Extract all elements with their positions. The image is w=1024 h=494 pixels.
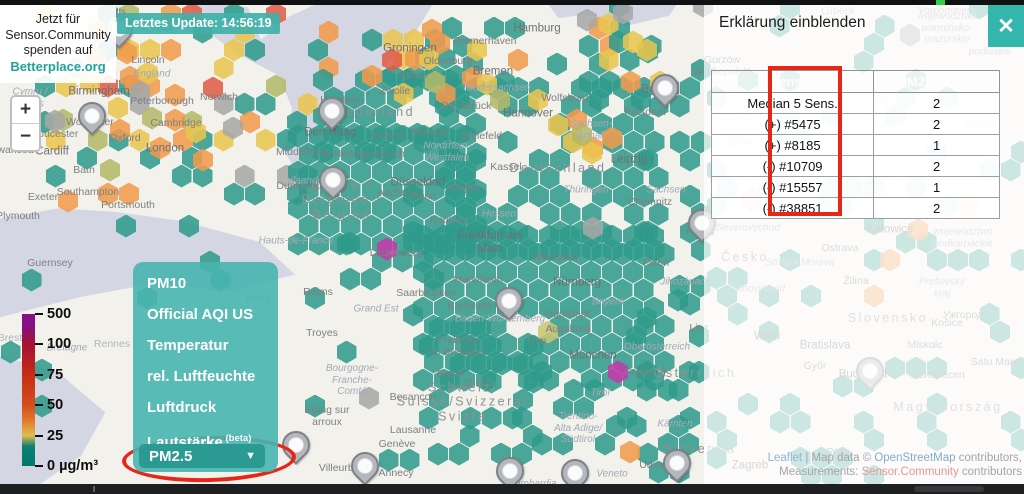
pin-hole [564, 462, 587, 485]
selected-layer-button[interactable]: PM2.5 ▼ [139, 444, 265, 468]
menu-item-official-aqi-us[interactable]: Official AQI US [133, 299, 278, 330]
top-system-bar [0, 0, 1024, 5]
attribution: Leaflet | Map data © OpenStreetMap contr… [768, 452, 1022, 480]
menu-item-pm10[interactable]: PM10 [133, 268, 278, 299]
betterplace-link[interactable]: Betterplace.org [10, 59, 105, 74]
attribution-contrib2: contributors [959, 466, 1022, 478]
pin-hole [498, 290, 521, 313]
table-row: Median 5 Sens.2 [712, 93, 1000, 114]
attribution-line1: Leaflet | Map data © OpenStreetMap contr… [768, 452, 1022, 466]
close-button[interactable]: ✕ [988, 5, 1024, 47]
taskbar-divider [93, 486, 95, 492]
pin-hole [322, 169, 345, 192]
chevron-down-icon: ▼ [245, 450, 265, 462]
attribution-mapdata: Map data © [812, 452, 875, 464]
pin-hole [654, 77, 677, 100]
legend-tick-dash [35, 374, 43, 376]
zoom-in-button[interactable]: + [12, 97, 39, 124]
map-pin-icon[interactable] [489, 281, 529, 321]
donation-line1: Jetzt für [2, 12, 114, 28]
legend-tick-label: 500 [47, 306, 71, 322]
table-cell: 2 [874, 114, 1000, 135]
last-update-badge: Letztes Update: 14:56:19 [117, 13, 280, 34]
map-pin-icon[interactable] [345, 446, 385, 486]
attribution-line2: Measurements: Sensor.Community contribut… [768, 466, 1022, 480]
table-row: (+) #81851 [712, 135, 1000, 156]
table-row: (-) #388512 [712, 198, 1000, 219]
table-cell: 1 [874, 177, 1000, 198]
legend-tick-dash [35, 465, 43, 467]
map-pin-icon[interactable] [645, 68, 685, 108]
bottom-task-bar [0, 484, 1024, 494]
map-pin-icon[interactable] [312, 91, 352, 131]
close-icon: ✕ [997, 16, 1015, 37]
attribution-measurements: Measurements: [779, 466, 861, 478]
app-window: LeedsHullLincolnNottinghamEnglandBirming… [0, 0, 1024, 494]
legend-tick: 0 µg/m³ [35, 458, 98, 474]
beta-tag: (beta) [223, 433, 252, 444]
table-row: (-) #107092 [712, 156, 1000, 177]
table-row: (+) #54752 [712, 114, 1000, 135]
sensor-table: SensorPM2.5 µg/m³ Median 5 Sens.2(+) #54… [711, 70, 1000, 219]
selected-layer-label: PM2.5 [139, 448, 245, 465]
table-cell: 2 [874, 156, 1000, 177]
map-pin-icon[interactable] [313, 160, 353, 200]
status-green-indicator [936, 0, 945, 5]
legend-tick-label: 100 [47, 336, 71, 352]
legend-tick: 100 [35, 336, 71, 352]
pin-hole [81, 105, 104, 128]
table-header-row: SensorPM2.5 µg/m³ [712, 71, 1000, 93]
table-header-value: PM2.5 µg/m³ [874, 71, 1000, 93]
legend-tick-label: 25 [47, 428, 63, 444]
layer-menu-items: PM10Official AQI USTemperaturrel. Luftfe… [133, 268, 278, 454]
legend-tick: 50 [35, 397, 63, 413]
map-pin-icon[interactable] [657, 443, 697, 483]
layer-menu: PM10Official AQI USTemperaturrel. Luftfe… [133, 262, 278, 472]
zoom-out-button[interactable]: − [12, 124, 39, 150]
table-row: (-) #155571 [712, 177, 1000, 198]
table-cell: 1 [874, 135, 1000, 156]
annotation-rectangle [768, 66, 842, 216]
attribution-sep: | [802, 452, 811, 464]
legend-tick-label: 75 [47, 367, 63, 383]
pin-hole [499, 460, 522, 483]
legend-tick-dash [35, 343, 43, 345]
panel-title-link[interactable]: Erklärung einblenden [719, 14, 866, 32]
leaflet-link[interactable]: Leaflet [768, 452, 803, 464]
pin-hole [321, 100, 344, 123]
legend-tick-dash [35, 313, 43, 315]
donation-line2: Sensor.Community [2, 28, 114, 44]
taskbar-handle[interactable] [914, 486, 984, 492]
attribution-contrib: contributors, [956, 452, 1022, 464]
legend-ticks: 500 100 75 50 25 0 µg/m³ [20, 306, 130, 481]
menu-item-rel-luftfeuchte[interactable]: rel. Luftfeuchte [133, 361, 278, 392]
legend-tick: 500 [35, 306, 71, 322]
legend-tick-label: 50 [47, 397, 63, 413]
table-cell: 2 [874, 93, 1000, 114]
table-cell: 2 [874, 198, 1000, 219]
community-link[interactable]: Sensor.Community [862, 466, 959, 478]
legend-tick-dash [35, 435, 43, 437]
menu-item-luftdruck[interactable]: Luftdruck [133, 392, 278, 423]
map-pin-icon[interactable] [72, 96, 112, 136]
zoom-control: + − [10, 95, 41, 152]
osm-link[interactable]: OpenStreetMap [874, 452, 955, 464]
legend-tick: 75 [35, 367, 63, 383]
legend-tick-dash [35, 404, 43, 406]
donation-box: Jetzt für Sensor.Community spenden auf B… [0, 5, 116, 83]
pin-hole [354, 455, 377, 478]
menu-item-temperatur[interactable]: Temperatur [133, 330, 278, 361]
legend-tick-label: 0 µg/m³ [47, 458, 98, 474]
color-scale-legend: 500 100 75 50 25 0 µg/m³ [20, 306, 130, 481]
legend-tick: 25 [35, 428, 63, 444]
pin-hole [666, 452, 689, 475]
donation-line3: spenden auf [2, 43, 114, 59]
